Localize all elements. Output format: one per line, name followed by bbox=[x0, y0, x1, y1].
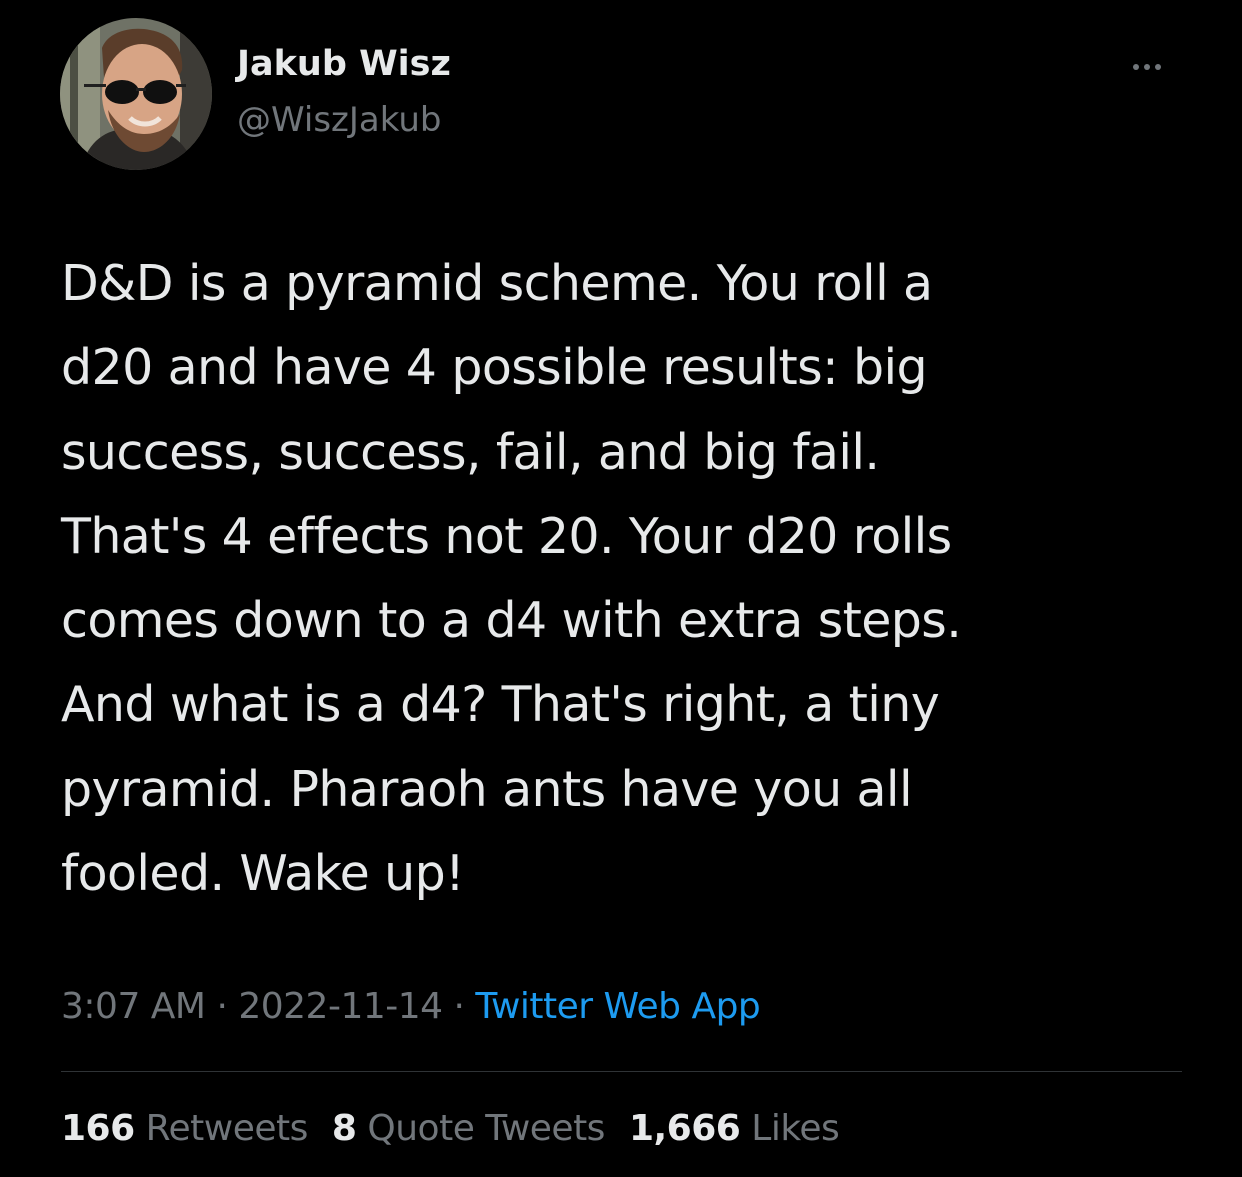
quote-tweets-stat[interactable]: 8 Quote Tweets bbox=[331, 1108, 606, 1149]
tweet-text-line: That's 4 effects not 20. Your d20 rolls bbox=[61, 507, 952, 565]
tweet-detail: Jakub Wisz @WiszJakub D&D is a pyramid s… bbox=[0, 0, 1242, 1177]
tweet-date[interactable]: 2022-11-14 bbox=[238, 986, 443, 1027]
tweet-text-line: d20 and have 4 possible results: big bbox=[61, 339, 928, 397]
retweets-label: Retweets bbox=[145, 1108, 309, 1149]
tweet-text-line: comes down to a d4 with extra steps. bbox=[61, 592, 962, 650]
tweet-text-line: D&D is a pyramid scheme. You roll a bbox=[61, 255, 933, 312]
quote-tweets-label: Quote Tweets bbox=[367, 1108, 605, 1149]
avatar[interactable] bbox=[60, 18, 212, 170]
more-options-button[interactable] bbox=[1112, 50, 1182, 84]
tweet-metadata: 3:07 AM · 2022-11-14 · Twitter Web App bbox=[61, 986, 761, 1027]
tweet-source-link[interactable]: Twitter Web App bbox=[475, 986, 760, 1027]
likes-stat[interactable]: 1,666 Likes bbox=[628, 1108, 840, 1149]
more-horizontal-icon bbox=[1133, 64, 1139, 70]
meta-separator: · bbox=[216, 986, 228, 1027]
more-horizontal-icon bbox=[1155, 64, 1161, 70]
tweet-time[interactable]: 3:07 AM bbox=[61, 986, 206, 1027]
more-horizontal-icon bbox=[1144, 64, 1150, 70]
retweets-count: 166 bbox=[61, 1108, 135, 1149]
tweet-text-line: pyramid. Pharaoh ants have you all bbox=[61, 760, 913, 818]
author-name[interactable]: Jakub Wisz bbox=[237, 44, 451, 84]
tweet-text-line: fooled. Wake up! bbox=[61, 845, 465, 903]
tweet-text-line: success, success, fail, and big fail. bbox=[61, 423, 880, 481]
divider bbox=[61, 1071, 1182, 1072]
retweets-stat[interactable]: 166 Retweets bbox=[61, 1108, 308, 1149]
quote-tweets-count: 8 bbox=[331, 1108, 357, 1149]
likes-count: 1,666 bbox=[628, 1108, 741, 1149]
tweet-text: D&D is a pyramid scheme. You roll a d20 … bbox=[61, 242, 1191, 916]
tweet-stats: 166 Retweets 8 Quote Tweets 1,666 Likes bbox=[61, 1108, 840, 1149]
meta-separator: · bbox=[453, 986, 465, 1027]
likes-label: Likes bbox=[751, 1108, 840, 1149]
author-handle[interactable]: @WiszJakub bbox=[237, 100, 442, 140]
tweet-text-line: And what is a d4? That's right, a tiny bbox=[61, 676, 940, 734]
avatar-photo bbox=[60, 18, 212, 170]
